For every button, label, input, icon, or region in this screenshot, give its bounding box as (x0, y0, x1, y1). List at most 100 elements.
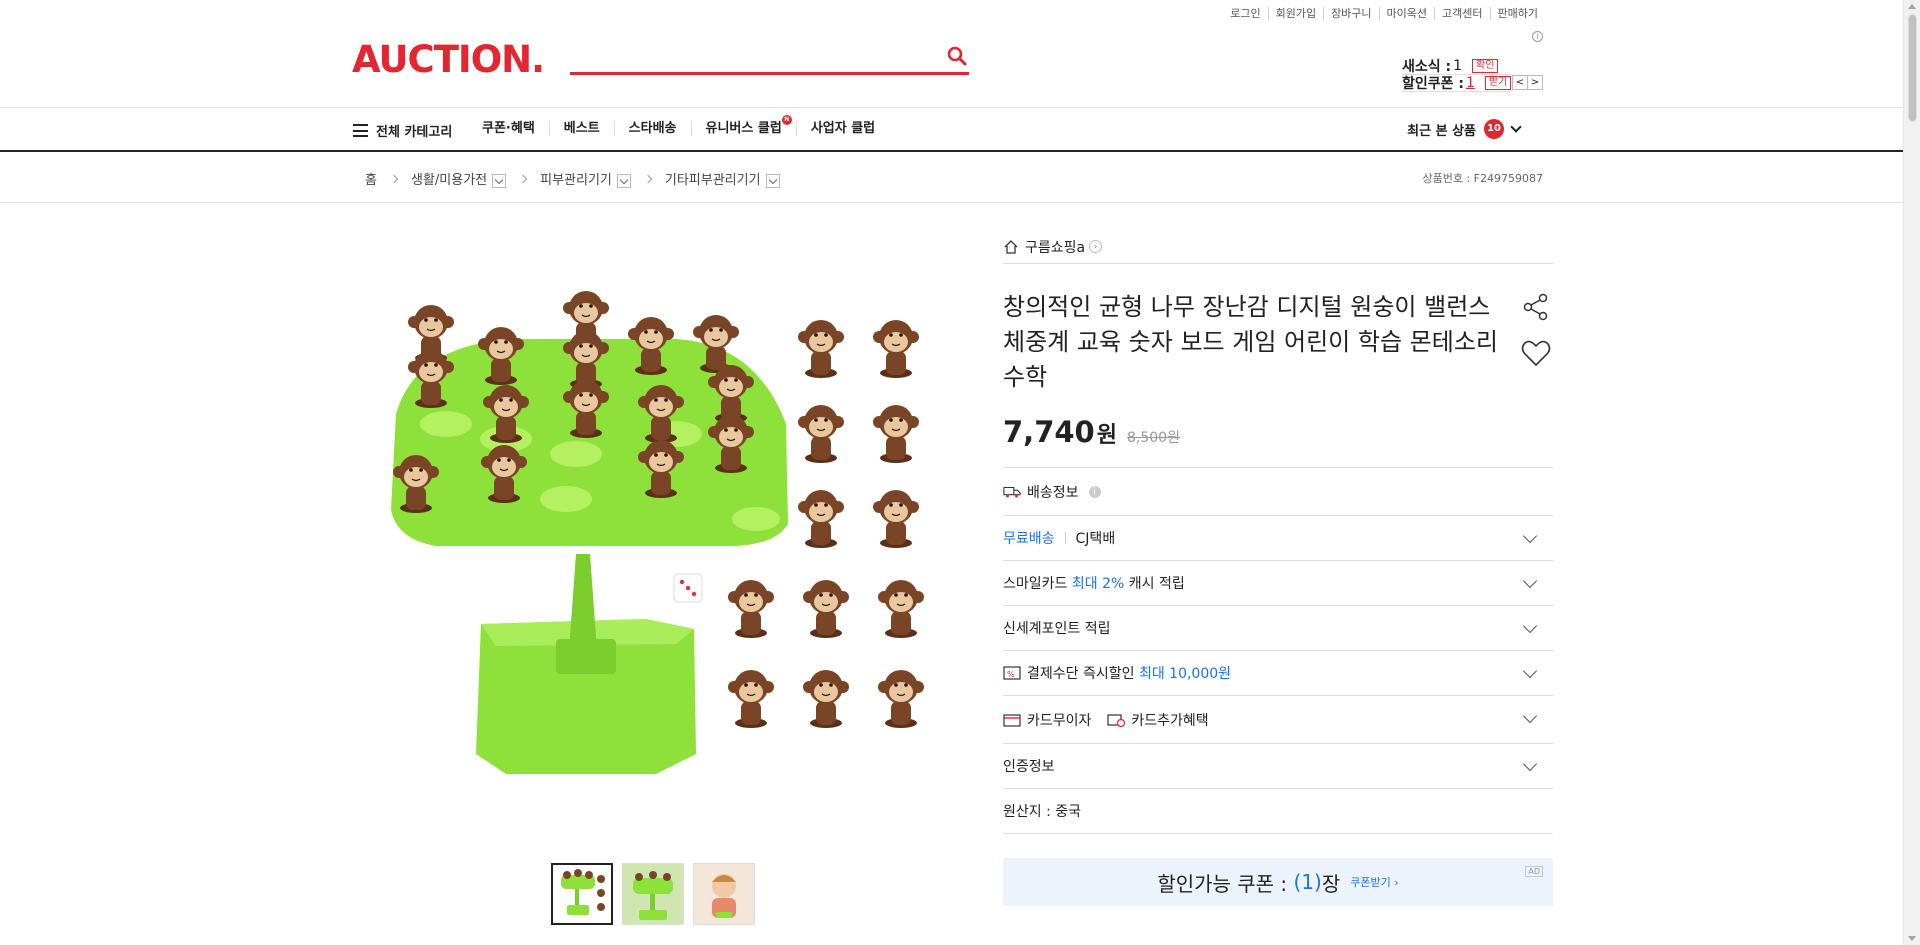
coupon-label: 할인쿠폰 : (1402, 76, 1464, 92)
main-nav: 전체 카테고리 쿠폰·혜택 베스트 스타배송 유니버스 클럽 N 사업자 클럽 최… (0, 107, 1903, 152)
price-block: 7,740 원 8,500원 (1003, 415, 1553, 455)
certification-label: 인증정보 (1003, 759, 1055, 775)
chevron-down-icon (1510, 121, 1522, 133)
free-shipping: 무료배송 (1003, 531, 1055, 547)
payment-discount-row[interactable]: % 결제수단 즉시할인 최대 10,000원 (1003, 651, 1553, 696)
coupon-banner-count: (1) (1293, 870, 1322, 894)
customer-center-link[interactable]: 고객센터 (1434, 7, 1489, 20)
product-title: 창의적인 균형 나무 장난감 디지털 원숭이 밸런스 체중계 교육 숫자 보드 … (1003, 293, 1499, 391)
chevron-down-icon[interactable] (1522, 618, 1538, 634)
smile-card-suffix: 캐시 적립 (1128, 576, 1185, 592)
certification-row[interactable]: 인증정보 (1003, 744, 1553, 789)
sell-link[interactable]: 판매하기 (1489, 7, 1545, 20)
chevron-down-icon[interactable] (1522, 756, 1538, 772)
signup-link[interactable]: 회원가입 (1267, 7, 1323, 20)
new-msg-confirm-button[interactable]: 확인 (1472, 59, 1499, 73)
next-button[interactable]: > (1527, 75, 1543, 90)
search-icon[interactable] (945, 44, 969, 68)
coupon-banner-label: 할인가능 쿠폰 : (1157, 871, 1288, 896)
all-categories-button[interactable]: 전체 카테고리 (353, 121, 452, 140)
original-price: 8,500원 (1126, 430, 1180, 446)
dropdown-icon[interactable] (616, 173, 631, 188)
info-icon[interactable]: i (1532, 31, 1543, 42)
coupon-count[interactable]: 1 (1466, 75, 1475, 91)
prev-button[interactable]: < (1512, 75, 1528, 90)
smile-card-rate: 최대 2% (1071, 576, 1125, 592)
search-input[interactable] (570, 40, 930, 70)
nav-universe-club[interactable]: 유니버스 클럽 N (690, 115, 796, 136)
divider (1064, 532, 1066, 544)
smile-card-row[interactable]: 스마일카드 최대 2% 캐시 적립 (1003, 561, 1553, 606)
breadcrumb-category-2-label: 피부관리기기 (540, 173, 612, 188)
chevron-down-icon[interactable] (1522, 663, 1538, 679)
product-main-image[interactable] (376, 284, 946, 794)
thumbnail-1[interactable] (551, 863, 613, 925)
coupon-receive-button[interactable]: 받기 (1484, 76, 1512, 90)
seller-name: 구름쇼핑a (1025, 239, 1086, 256)
chevron-down-icon[interactable] (1522, 708, 1538, 724)
breadcrumb-home[interactable]: 홈 (365, 169, 377, 188)
seller-link[interactable]: 구름쇼핑a › (1003, 230, 1553, 264)
nav-universe-club-label: 유니버스 클럽 (705, 121, 782, 136)
smile-card-label: 스마일카드 (1003, 576, 1068, 592)
card-benefit-row[interactable]: 카드무이자 카드추가혜택 (1003, 696, 1553, 744)
card-icon (1003, 713, 1021, 727)
dropdown-icon[interactable] (492, 173, 507, 188)
thumbnail-3[interactable] (693, 863, 755, 925)
breadcrumb-category-3[interactable]: 기타피부관리기기 (665, 169, 780, 188)
new-badge: N (781, 115, 792, 125)
thumbnail-list (551, 863, 764, 925)
courier: CJ택배 (1075, 531, 1116, 547)
chevron-right-icon (643, 174, 653, 183)
nav-star-delivery[interactable]: 스타배송 (613, 121, 691, 136)
get-coupon-link[interactable]: 쿠폰받기 › (1350, 874, 1398, 890)
my-auction-link[interactable]: 마이옥션 (1378, 7, 1434, 20)
breadcrumb: 홈 생활/미용가전 피부관리기기 기타피부관리기기 상품번호 : F249759… (0, 153, 1903, 203)
auction-logo[interactable]: AUCTION. (352, 38, 545, 81)
chevron-right-icon: › (1089, 240, 1103, 253)
payment-discount-label: 결제수단 즉시할인 (1027, 666, 1135, 682)
card-no-interest: 카드무이자 (1027, 712, 1092, 729)
free-shipping-row[interactable]: 무료배송 CJ택배 (1003, 516, 1553, 561)
heart-icon[interactable] (1519, 337, 1553, 371)
nav-business-club[interactable]: 사업자 클럽 (795, 121, 889, 136)
nav-best[interactable]: 베스트 (548, 121, 614, 136)
recent-count-badge: 10 (1484, 119, 1504, 139)
breadcrumb-category-2[interactable]: 피부관리기기 (540, 169, 631, 188)
breadcrumb-category-3-label: 기타피부관리기기 (664, 173, 761, 188)
dropdown-icon[interactable] (765, 173, 780, 188)
page-scrollbar[interactable] (1903, 0, 1920, 945)
search-bar (570, 40, 969, 75)
scroll-down-icon[interactable] (1908, 936, 1916, 941)
recent-products-button[interactable]: 최근 본 상품 10 (1407, 119, 1522, 139)
scroll-thumb[interactable] (1908, 14, 1917, 122)
breadcrumb-category-1[interactable]: 생활/미용가전 (411, 169, 507, 188)
nav-coupon-benefit[interactable]: 쿠폰·혜택 (482, 121, 549, 136)
help-icon[interactable]: i (1088, 485, 1101, 498)
chevron-right-icon (389, 174, 399, 183)
discount-icon: % (1003, 666, 1021, 680)
scroll-up-icon[interactable] (1908, 4, 1916, 9)
recent-products-label: 최근 본 상품 (1407, 123, 1476, 139)
login-link[interactable]: 로그인 (1223, 7, 1267, 20)
home-icon (1004, 239, 1018, 254)
benefit-rows: 배송정보 i 무료배송 CJ택배 스마일카드 최대 2% 캐시 적립 신세계포인… (1003, 467, 1553, 834)
ssg-point-label: 신세계포인트 적립 (1003, 621, 1111, 637)
shipping-label: 배송정보 (1027, 484, 1079, 501)
sale-price: 7,740 (1003, 415, 1095, 449)
chevron-down-icon[interactable] (1522, 528, 1538, 544)
chevron-down-icon[interactable] (1522, 573, 1538, 589)
share-icon[interactable] (1519, 290, 1553, 324)
shipping-info-row: 배송정보 i (1003, 468, 1553, 516)
thumbnail-2[interactable] (622, 863, 684, 925)
notification-box: 새소식 : 1 확인 할인쿠폰 : 1 받기 (1402, 58, 1512, 92)
coupon-banner[interactable]: 할인가능 쿠폰 : (1) 장 쿠폰받기 › AD (1003, 858, 1553, 906)
product-info-panel: 구름쇼핑a › 창의적인 균형 나무 장난감 디지털 원숭이 밸런스 체중계 교… (1003, 230, 1553, 906)
origin-label: 원산지 : 중국 (1003, 804, 1082, 820)
new-msg-count: 1 (1453, 58, 1463, 74)
product-number: 상품번호 : F249759087 (1422, 172, 1544, 185)
ssg-point-row[interactable]: 신세계포인트 적립 (1003, 606, 1553, 651)
svg-text:%: % (1007, 670, 1015, 679)
ad-badge: AD (1525, 866, 1543, 877)
cart-link[interactable]: 장바구니 (1323, 7, 1378, 20)
